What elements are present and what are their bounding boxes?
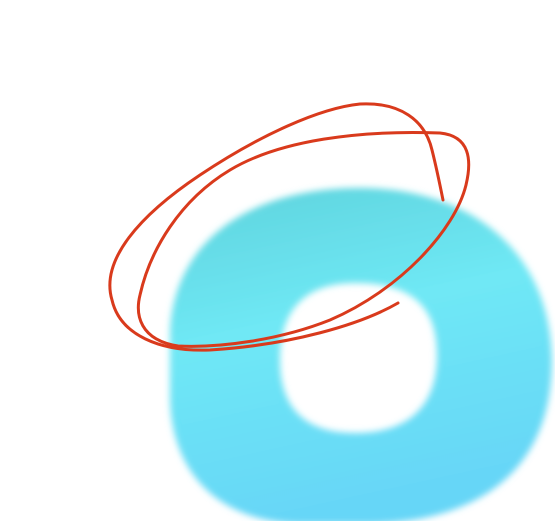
image-canvas xyxy=(108,102,552,521)
cyan-ring-shape xyxy=(170,188,552,521)
